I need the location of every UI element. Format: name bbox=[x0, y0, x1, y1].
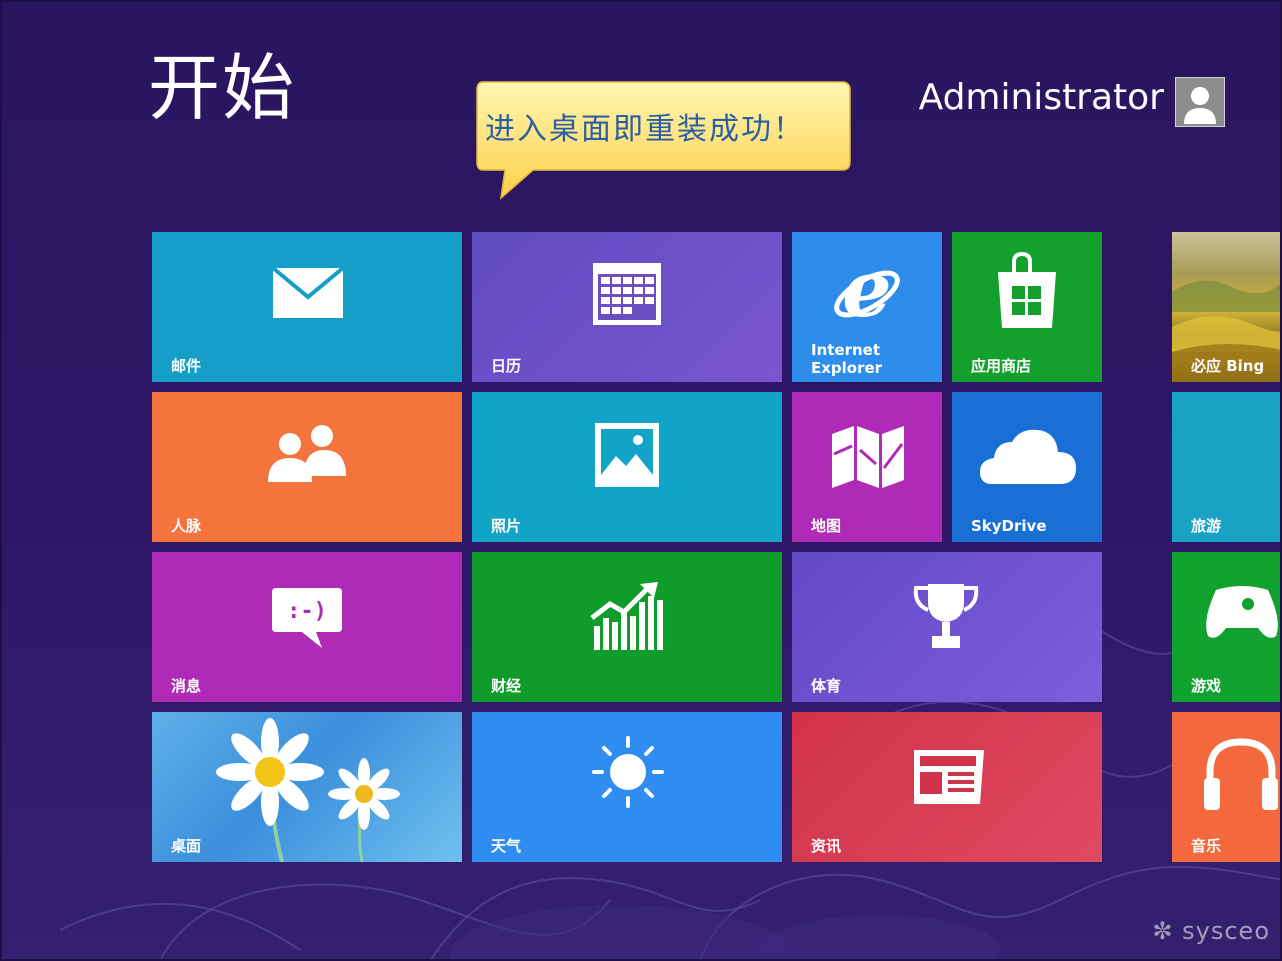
tile-news[interactable]: 资讯 bbox=[792, 712, 1102, 862]
cloud-icon bbox=[980, 429, 1076, 484]
tile-sports-label: 体育 bbox=[811, 677, 842, 695]
trophy-icon bbox=[913, 584, 979, 648]
tile-mail-label: 邮件 bbox=[171, 357, 202, 375]
tile-people[interactable]: 人脉 bbox=[152, 392, 462, 542]
tile-maps-label: 地图 bbox=[811, 517, 842, 535]
mail-icon bbox=[272, 267, 344, 318]
tile-ie-label-line1: Internet bbox=[811, 341, 881, 359]
tile-bing[interactable]: 必应 Bing bbox=[1172, 232, 1282, 382]
tile-store[interactable]: 应用商店 bbox=[952, 232, 1102, 382]
tile-travel-label: 旅游 bbox=[1191, 517, 1222, 535]
tile-weather[interactable]: 天气 bbox=[472, 712, 782, 862]
headphones-icon bbox=[1204, 738, 1278, 810]
tile-music[interactable]: 音乐 bbox=[1172, 712, 1282, 862]
tile-games[interactable]: 游戏 bbox=[1172, 552, 1282, 702]
tile-news-label: 资讯 bbox=[811, 837, 842, 855]
tile-photos-label: 照片 bbox=[491, 517, 522, 535]
tile-internet-explorer[interactable]: e Internet Explorer bbox=[792, 232, 942, 382]
tile-store-label: 应用商店 bbox=[971, 357, 1032, 375]
tile-games-label: 游戏 bbox=[1191, 677, 1222, 695]
tile-calendar[interactable]: 日历 bbox=[472, 232, 782, 382]
start-screen: 开始 进入桌面即重装成功！ Administrator 邮件 日历 e Inte… bbox=[0, 0, 1282, 961]
tile-desktop[interactable]: 桌面 bbox=[152, 712, 462, 862]
tile-ie-label-line2: Explorer bbox=[811, 359, 883, 377]
tile-messaging-label: 消息 bbox=[171, 677, 202, 695]
tile-messaging[interactable]: :-) 消息 bbox=[152, 552, 462, 702]
tile-mail[interactable]: 邮件 bbox=[152, 232, 462, 382]
tile-skydrive[interactable]: SkyDrive bbox=[952, 392, 1102, 542]
chat-bubble-icon: :-) bbox=[272, 588, 342, 648]
tile-travel[interactable]: 旅游 bbox=[1172, 392, 1282, 542]
people-icon bbox=[268, 425, 346, 482]
user-avatar-icon[interactable] bbox=[1175, 77, 1225, 127]
tile-photos[interactable]: 照片 bbox=[472, 392, 782, 542]
internet-explorer-icon: e bbox=[834, 254, 900, 330]
tile-maps[interactable]: 地图 bbox=[792, 392, 942, 542]
callout-text: 进入桌面即重装成功！ bbox=[485, 112, 805, 147]
newspaper-icon bbox=[914, 750, 984, 804]
calendar-icon bbox=[593, 263, 661, 325]
tile-music-label: 音乐 bbox=[1191, 837, 1222, 855]
watermark: ✼ sysceo bbox=[1152, 917, 1270, 945]
finance-chart-icon bbox=[590, 582, 663, 650]
tile-weather-label: 天气 bbox=[491, 837, 522, 855]
watermark-text: sysceo bbox=[1182, 917, 1270, 945]
tile-skydrive-label: SkyDrive bbox=[971, 517, 1047, 535]
tile-calendar-label: 日历 bbox=[491, 357, 522, 375]
tile-desktop-label: 桌面 bbox=[171, 837, 202, 855]
photos-icon bbox=[595, 423, 659, 487]
tile-ie-label: Internet Explorer bbox=[811, 341, 882, 377]
xbox-controller-icon bbox=[1206, 586, 1278, 638]
start-title: 开始 bbox=[148, 46, 297, 130]
tile-finance[interactable]: 财经 bbox=[472, 552, 782, 702]
tile-bing-label: 必应 Bing bbox=[1191, 357, 1265, 375]
callout-bubble: 进入桌面即重装成功！ bbox=[475, 80, 851, 200]
store-icon bbox=[998, 251, 1056, 328]
tile-people-label: 人脉 bbox=[171, 517, 202, 535]
tile-sports[interactable]: 体育 bbox=[792, 552, 1102, 702]
watermark-logo-icon: ✼ bbox=[1152, 917, 1174, 945]
sun-icon bbox=[592, 736, 664, 808]
svg-text::-): :-) bbox=[287, 599, 327, 624]
user-name[interactable]: Administrator bbox=[919, 80, 1164, 116]
tile-finance-label: 财经 bbox=[491, 677, 522, 695]
map-icon bbox=[832, 426, 904, 488]
